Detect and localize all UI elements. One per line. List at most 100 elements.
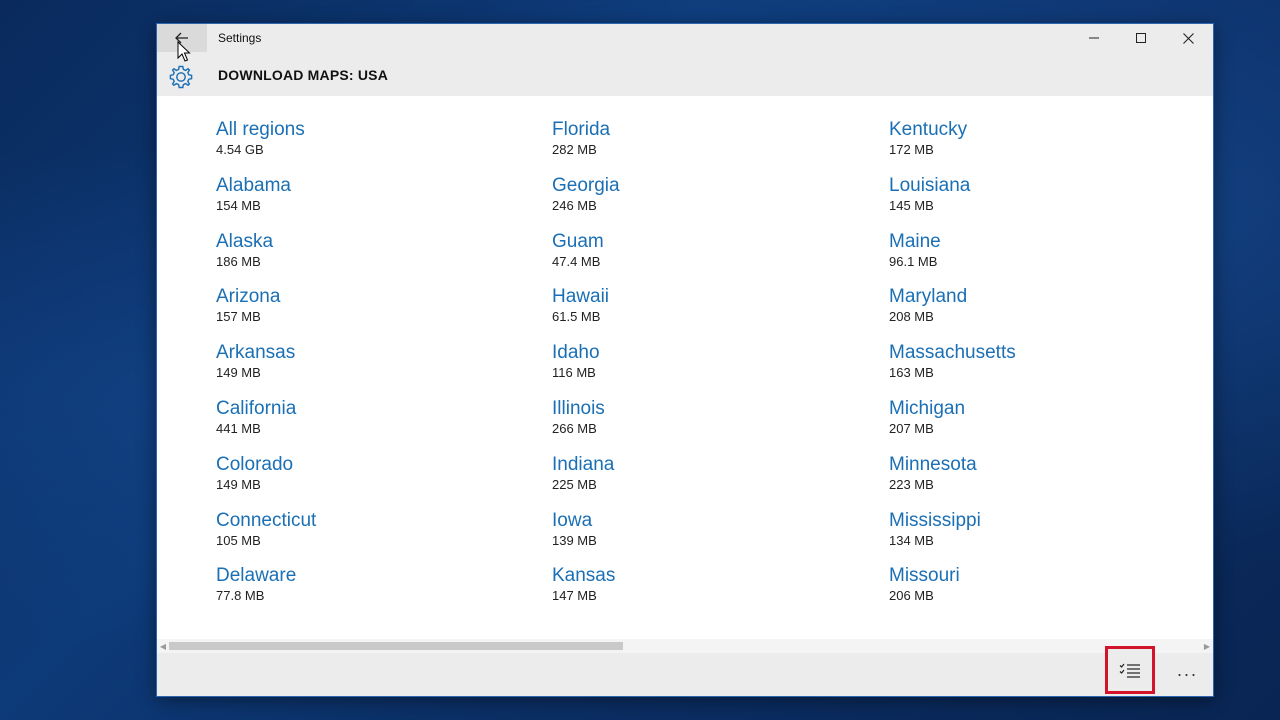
scroll-right-icon[interactable]: ▶ (1201, 639, 1213, 653)
region-size: 154 MB (216, 197, 261, 213)
region-size: 134 MB (889, 532, 934, 548)
downloads-button[interactable] (1105, 646, 1155, 694)
region-name[interactable]: Alabama (216, 175, 516, 197)
region-name[interactable]: Maryland (889, 286, 1189, 308)
region-size: 147 MB (552, 588, 597, 604)
region-size: 223 MB (889, 476, 934, 492)
region-name[interactable]: Kansas (552, 565, 852, 587)
region-name[interactable]: Hawaii (552, 286, 852, 308)
region-item[interactable]: Hawaii 61.5 MB (552, 285, 852, 341)
region-name[interactable]: Arkansas (216, 342, 516, 364)
close-icon (1182, 32, 1194, 44)
region-item[interactable]: All regions 4.54 GB (216, 118, 516, 174)
scroll-track[interactable] (169, 642, 1201, 650)
region-name[interactable]: Louisiana (889, 175, 1189, 197)
scroll-thumb[interactable] (169, 642, 623, 650)
region-column-1: All regions 4.54 GB Alabama 154 MB Alask… (216, 118, 516, 620)
region-name[interactable]: Colorado (216, 454, 516, 476)
region-name[interactable]: Indiana (552, 454, 852, 476)
region-size: 186 MB (216, 253, 261, 269)
region-size: 207 MB (889, 420, 934, 436)
close-button[interactable] (1165, 24, 1211, 52)
region-item[interactable]: Arizona 157 MB (216, 285, 516, 341)
region-item[interactable]: Mississippi 134 MB (889, 509, 1189, 565)
settings-window: Settings DOWNLOAD MAPS: USA All regions … (157, 24, 1213, 696)
region-column-3: Kentucky 172 MB Louisiana 145 MB Maine 9… (889, 118, 1189, 620)
region-size: 441 MB (216, 420, 261, 436)
region-size: 206 MB (889, 588, 934, 604)
region-name[interactable]: Iowa (552, 510, 852, 532)
region-item[interactable]: Connecticut 105 MB (216, 509, 516, 565)
regions-list: All regions 4.54 GB Alabama 154 MB Alask… (157, 96, 1213, 639)
region-name[interactable]: Georgia (552, 175, 852, 197)
region-name[interactable]: Arizona (216, 286, 516, 308)
region-item[interactable]: Minnesota 223 MB (889, 453, 1189, 509)
region-name[interactable]: All regions (216, 119, 516, 141)
region-name[interactable]: Connecticut (216, 510, 516, 532)
region-item[interactable]: Maryland 208 MB (889, 285, 1189, 341)
scroll-left-icon[interactable]: ◀ (157, 639, 169, 653)
app-title: Settings (218, 31, 262, 45)
region-item[interactable]: Michigan 207 MB (889, 397, 1189, 453)
region-size: 4.54 GB (216, 142, 264, 157)
region-item[interactable]: Delaware 77.8 MB (216, 564, 516, 620)
region-size: 163 MB (889, 365, 934, 381)
region-item[interactable]: Guam 47.4 MB (552, 230, 852, 286)
region-name[interactable]: Florida (552, 119, 852, 141)
horizontal-scrollbar[interactable]: ◀ ▶ (157, 639, 1213, 653)
region-item[interactable]: Colorado 149 MB (216, 453, 516, 509)
region-item[interactable]: Arkansas 149 MB (216, 341, 516, 397)
region-size: 266 MB (552, 420, 597, 436)
region-item[interactable]: Illinois 266 MB (552, 397, 852, 453)
gear-icon (169, 65, 193, 89)
app-bar: ··· (157, 646, 1213, 696)
region-name[interactable]: Idaho (552, 342, 852, 364)
region-item[interactable]: Alabama 154 MB (216, 174, 516, 230)
region-size: 77.8 MB (216, 588, 265, 604)
minimize-button[interactable] (1071, 24, 1117, 52)
region-size: 157 MB (216, 309, 261, 325)
region-size: 225 MB (552, 476, 597, 492)
region-name[interactable]: Illinois (552, 398, 852, 420)
region-item[interactable]: Indiana 225 MB (552, 453, 852, 509)
region-item[interactable]: Kentucky 172 MB (889, 118, 1189, 174)
minimize-icon (1089, 37, 1099, 39)
more-options-button[interactable]: ··· (1167, 653, 1207, 696)
region-item[interactable]: Missouri 206 MB (889, 564, 1189, 620)
region-size: 208 MB (889, 309, 934, 325)
mouse-cursor-icon (177, 41, 191, 62)
region-item[interactable]: Florida 282 MB (552, 118, 852, 174)
region-name[interactable]: Michigan (889, 398, 1189, 420)
region-name[interactable]: Guam (552, 231, 852, 253)
region-item[interactable]: California 441 MB (216, 397, 516, 453)
region-name[interactable]: Minnesota (889, 454, 1189, 476)
region-size: 282 MB (552, 142, 597, 157)
region-item[interactable]: Kansas 147 MB (552, 564, 852, 620)
region-name[interactable]: Alaska (216, 231, 516, 253)
region-column-2: Florida 282 MB Georgia 246 MB Guam 47.4 … (552, 118, 852, 620)
region-item[interactable]: Iowa 139 MB (552, 509, 852, 565)
region-name[interactable]: Maine (889, 231, 1189, 253)
region-name[interactable]: Kentucky (889, 119, 1189, 141)
region-item[interactable]: Maine 96.1 MB (889, 230, 1189, 286)
region-name[interactable]: California (216, 398, 516, 420)
region-size: 145 MB (889, 197, 934, 213)
maximize-button[interactable] (1118, 24, 1164, 52)
region-name[interactable]: Delaware (216, 565, 516, 587)
region-item[interactable]: Idaho 116 MB (552, 341, 852, 397)
region-name[interactable]: Missouri (889, 565, 1189, 587)
region-size: 139 MB (552, 532, 597, 548)
maximize-icon (1136, 33, 1146, 43)
region-size: 172 MB (889, 142, 934, 157)
region-item[interactable]: Louisiana 145 MB (889, 174, 1189, 230)
region-item[interactable]: Georgia 246 MB (552, 174, 852, 230)
window-header: Settings DOWNLOAD MAPS: USA (157, 24, 1213, 96)
region-name[interactable]: Mississippi (889, 510, 1189, 532)
region-size: 96.1 MB (889, 253, 938, 269)
region-size: 105 MB (216, 532, 261, 548)
region-name[interactable]: Massachusetts (889, 342, 1189, 364)
region-item[interactable]: Massachusetts 163 MB (889, 341, 1189, 397)
region-size: 61.5 MB (552, 309, 601, 325)
region-item[interactable]: Alaska 186 MB (216, 230, 516, 286)
region-size: 47.4 MB (552, 253, 601, 269)
